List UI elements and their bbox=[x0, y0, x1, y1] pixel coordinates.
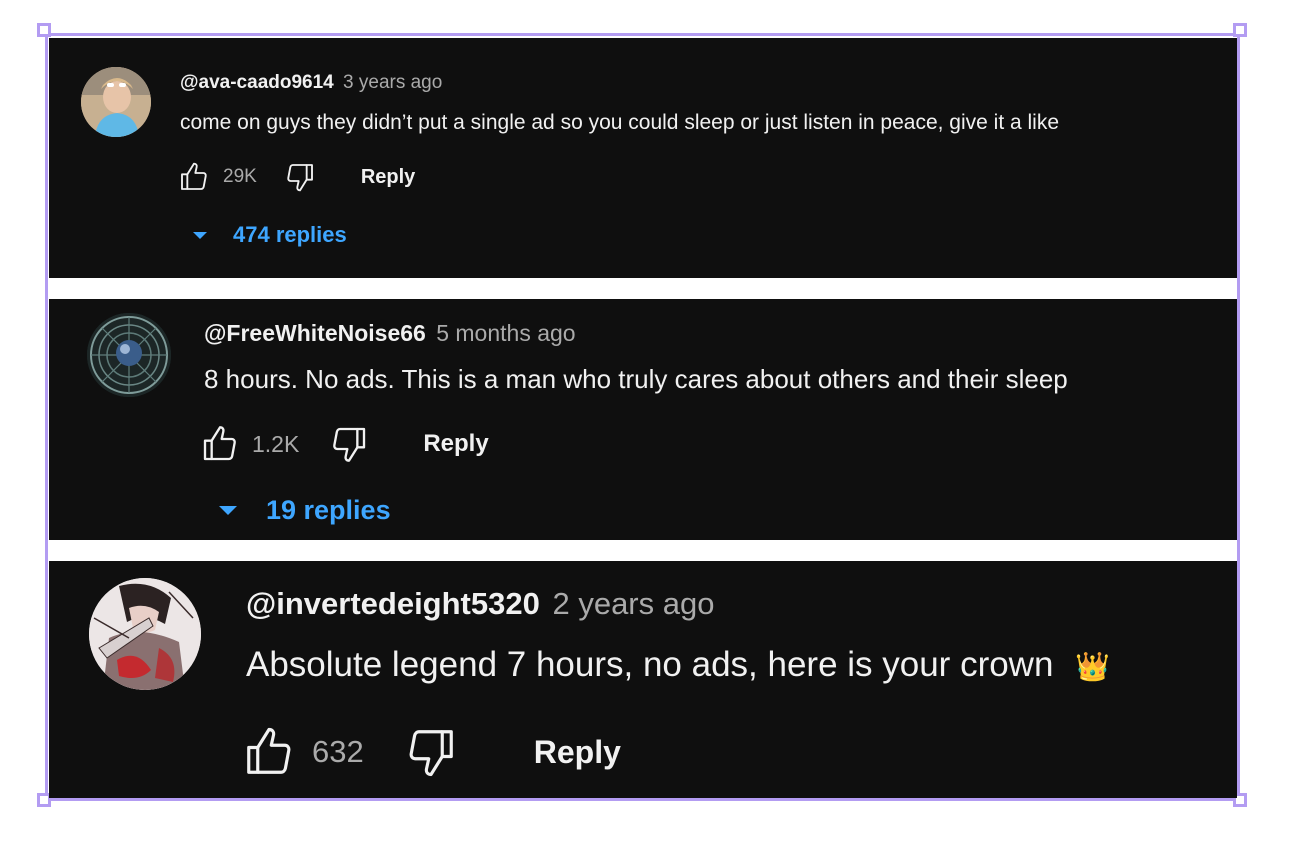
replies-count: 474 replies bbox=[233, 222, 347, 247]
comment-text: 8 hours. No ads. This is a man who truly… bbox=[204, 364, 1068, 394]
comment-time[interactable]: 3 years ago bbox=[343, 72, 442, 93]
comment-actions: 1.2K Reply bbox=[200, 424, 489, 464]
anime-art-avatar-icon bbox=[89, 578, 201, 690]
comment-actions: 29K Reply bbox=[177, 161, 415, 193]
comment-text-body: Absolute legend 7 hours, no ads, here is… bbox=[246, 645, 1054, 684]
comment-card: @ava-caado9614 3 years ago come on guys … bbox=[49, 38, 1237, 278]
dislike-icon[interactable] bbox=[329, 424, 369, 464]
fan-avatar-icon bbox=[87, 313, 171, 397]
comment-text: Absolute legend 7 hours, no ads, here is… bbox=[246, 645, 1110, 685]
author-avatar[interactable] bbox=[81, 67, 151, 137]
like-icon[interactable] bbox=[242, 725, 296, 779]
reply-button[interactable]: Reply bbox=[423, 430, 488, 458]
chevron-down-icon bbox=[219, 506, 237, 515]
crown-icon: 👑 bbox=[1075, 651, 1111, 682]
reply-button[interactable]: Reply bbox=[361, 166, 415, 189]
chevron-down-icon bbox=[193, 231, 207, 239]
comment-header: @FreeWhiteNoise66 5 months ago bbox=[204, 320, 576, 347]
comment-actions: 632 Reply bbox=[242, 724, 621, 780]
view-replies-button[interactable]: 19 replies bbox=[219, 495, 391, 526]
reply-button[interactable]: Reply bbox=[534, 734, 621, 771]
comment-time[interactable]: 5 months ago bbox=[436, 320, 575, 346]
like-icon[interactable] bbox=[177, 161, 211, 193]
like-count: 1.2K bbox=[252, 430, 300, 457]
child-portrait-avatar-icon bbox=[81, 67, 151, 137]
dislike-icon[interactable] bbox=[404, 725, 458, 779]
resize-handle-top-right[interactable] bbox=[1233, 23, 1247, 37]
comment-card: @invertedeight5320 2 years ago Absolute … bbox=[49, 561, 1237, 798]
comment-time[interactable]: 2 years ago bbox=[552, 586, 714, 621]
like-icon[interactable] bbox=[200, 424, 240, 464]
comment-card: @FreeWhiteNoise66 5 months ago 8 hours. … bbox=[49, 299, 1237, 540]
comment-header: @ava-caado9614 3 years ago bbox=[180, 72, 442, 94]
author-name[interactable]: @FreeWhiteNoise66 bbox=[204, 320, 426, 346]
like-count: 632 bbox=[312, 734, 364, 769]
comment-text: come on guys they didn’t put a single ad… bbox=[180, 111, 1060, 134]
author-avatar[interactable] bbox=[89, 578, 201, 690]
comment-header: @invertedeight5320 2 years ago bbox=[246, 586, 714, 622]
author-name[interactable]: @invertedeight5320 bbox=[246, 586, 540, 621]
author-name[interactable]: @ava-caado9614 bbox=[180, 72, 334, 93]
like-count: 29K bbox=[223, 166, 257, 187]
resize-handle-top-left[interactable] bbox=[37, 23, 51, 37]
author-avatar[interactable] bbox=[87, 313, 171, 397]
view-replies-button[interactable]: 474 replies bbox=[193, 222, 347, 248]
replies-count: 19 replies bbox=[266, 495, 391, 525]
dislike-icon[interactable] bbox=[283, 161, 317, 193]
